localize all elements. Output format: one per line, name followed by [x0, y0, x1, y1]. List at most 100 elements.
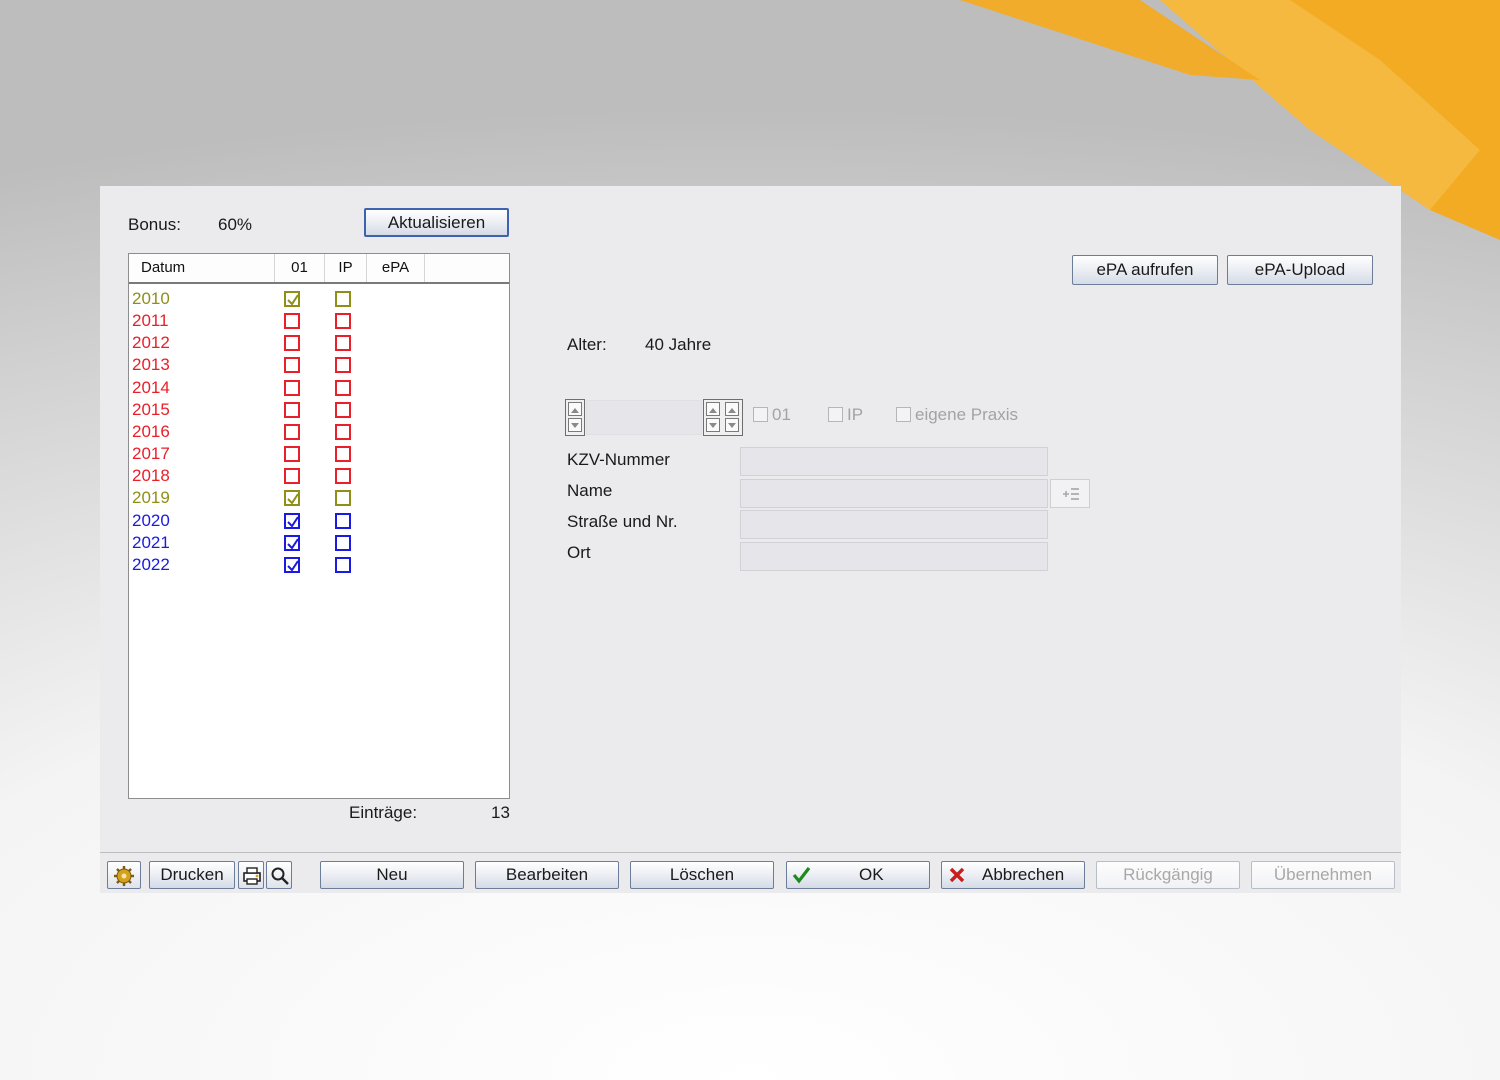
row-checkbox-01[interactable] [284, 512, 300, 529]
row-year: 2018 [132, 466, 170, 486]
column-header-datum[interactable]: Datum [129, 254, 275, 282]
table-row[interactable]: 2010 [129, 288, 509, 310]
row-checkbox-ip[interactable] [335, 313, 351, 330]
kzv-label: KZV-Nummer [567, 450, 670, 469]
ok-label: OK [859, 865, 884, 884]
row-checkbox-ip[interactable] [335, 357, 351, 374]
new-button[interactable]: Neu [320, 861, 464, 889]
address-lookup-button[interactable] [1050, 479, 1090, 508]
magnifier-icon [271, 867, 289, 885]
name-label: Name [567, 481, 613, 500]
row-checkbox-01[interactable] [284, 490, 300, 507]
checkmark-icon [792, 867, 811, 884]
row-checkbox-01[interactable] [284, 379, 300, 396]
row-year: 2019 [132, 488, 170, 508]
dialog-panel: Bonus: 60% Aktualisieren Datum 01 IP ePA… [100, 186, 1401, 893]
name-field[interactable] [740, 479, 1048, 508]
table-row[interactable]: 2016 [129, 421, 509, 443]
bonus-value: 60% [218, 215, 253, 234]
row-checkbox-ip[interactable] [335, 291, 351, 307]
year-spinner-left[interactable] [565, 399, 585, 436]
table-row[interactable]: 2014 [129, 377, 509, 399]
kzv-number-field[interactable] [740, 447, 1048, 476]
row-checkbox-ip[interactable] [335, 534, 351, 551]
row-checkbox-ip[interactable] [335, 468, 351, 485]
year-spinner-right[interactable] [703, 399, 743, 436]
bottom-toolbar: Drucken Neu Bearbeiten Löschen OK Abbrec… [100, 852, 1401, 894]
row-checkbox-ip[interactable] [335, 512, 351, 529]
row-checkbox-ip[interactable] [335, 379, 351, 396]
checkbox-own-practice[interactable] [896, 407, 911, 422]
table-row[interactable]: 2017 [129, 443, 509, 465]
column-header-epa[interactable]: ePA [367, 254, 425, 282]
street-field[interactable] [740, 510, 1048, 539]
delete-button[interactable]: Löschen [630, 861, 774, 889]
row-checkbox-01[interactable] [284, 468, 300, 485]
checkbox-01[interactable] [753, 407, 768, 422]
cancel-button[interactable]: Abbrechen [941, 861, 1085, 889]
check-icon [287, 538, 299, 550]
entries-label: Einträge: [349, 803, 418, 822]
epa-upload-button[interactable]: ePA-Upload [1227, 255, 1373, 285]
table-row[interactable]: 2020 [129, 510, 509, 532]
row-checkbox-ip[interactable] [335, 490, 351, 507]
row-checkbox-ip[interactable] [335, 556, 351, 573]
spin-down-icon[interactable] [568, 418, 582, 432]
entries-count: 13 [491, 803, 510, 822]
row-checkbox-01[interactable] [284, 534, 300, 551]
row-checkbox-01[interactable] [284, 335, 300, 352]
row-checkbox-ip[interactable] [335, 446, 351, 463]
spin-up-icon[interactable] [706, 402, 720, 416]
street-label: Straße und Nr. [567, 512, 678, 531]
year-field[interactable] [586, 400, 702, 435]
row-checkbox-01[interactable] [284, 423, 300, 440]
table-row[interactable]: 2011 [129, 310, 509, 332]
city-field[interactable] [740, 542, 1048, 571]
printer-setup-button[interactable] [238, 861, 264, 889]
table-row[interactable]: 2012 [129, 332, 509, 354]
close-icon [949, 867, 965, 883]
table-row[interactable]: 2015 [129, 399, 509, 421]
spin-up-icon[interactable] [725, 402, 739, 416]
printer-icon [243, 867, 261, 885]
row-checkbox-ip[interactable] [335, 423, 351, 440]
row-checkbox-01[interactable] [284, 556, 300, 573]
row-checkbox-01[interactable] [284, 401, 300, 418]
list-header: Datum 01 IP ePA [129, 254, 509, 284]
table-row[interactable]: 2022 [129, 554, 509, 576]
row-checkbox-01[interactable] [284, 357, 300, 374]
checkbox-01-label: 01 [772, 405, 791, 424]
column-header-ip[interactable]: IP [325, 254, 367, 282]
check-icon [287, 560, 299, 572]
checkbox-ip[interactable] [828, 407, 843, 422]
row-checkbox-ip[interactable] [335, 401, 351, 418]
check-icon [287, 493, 299, 505]
ok-button[interactable]: OK [786, 861, 930, 889]
table-row[interactable]: 2019 [129, 487, 509, 509]
table-row[interactable]: 2021 [129, 532, 509, 554]
row-year: 2013 [132, 355, 170, 375]
row-checkbox-01[interactable] [284, 291, 300, 307]
checkbox-ip-label: IP [847, 405, 864, 424]
print-preview-button[interactable] [266, 861, 292, 889]
row-checkbox-01[interactable] [284, 313, 300, 330]
column-header-01[interactable]: 01 [275, 254, 325, 282]
table-row[interactable]: 2018 [129, 465, 509, 487]
epa-open-button[interactable]: ePA aufrufen [1072, 255, 1218, 285]
spin-down-icon[interactable] [725, 418, 739, 432]
undo-button[interactable]: Rückgängig [1096, 861, 1240, 889]
table-row[interactable]: 2013 [129, 354, 509, 376]
spin-down-icon[interactable] [706, 418, 720, 432]
year-list[interactable]: Datum 01 IP ePA 2010 2011 2012 2013 2014 2015… [128, 253, 510, 799]
gear-icon [114, 866, 134, 886]
refresh-button[interactable]: Aktualisieren [364, 208, 509, 237]
edit-button[interactable]: Bearbeiten [475, 861, 619, 889]
spin-up-icon[interactable] [568, 402, 582, 416]
print-button[interactable]: Drucken [149, 861, 235, 889]
row-checkbox-01[interactable] [284, 446, 300, 463]
settings-button[interactable] [107, 861, 141, 889]
row-year: 2012 [132, 333, 170, 353]
apply-button[interactable]: Übernehmen [1251, 861, 1395, 889]
age-label: Alter: [567, 335, 607, 354]
row-checkbox-ip[interactable] [335, 335, 351, 352]
